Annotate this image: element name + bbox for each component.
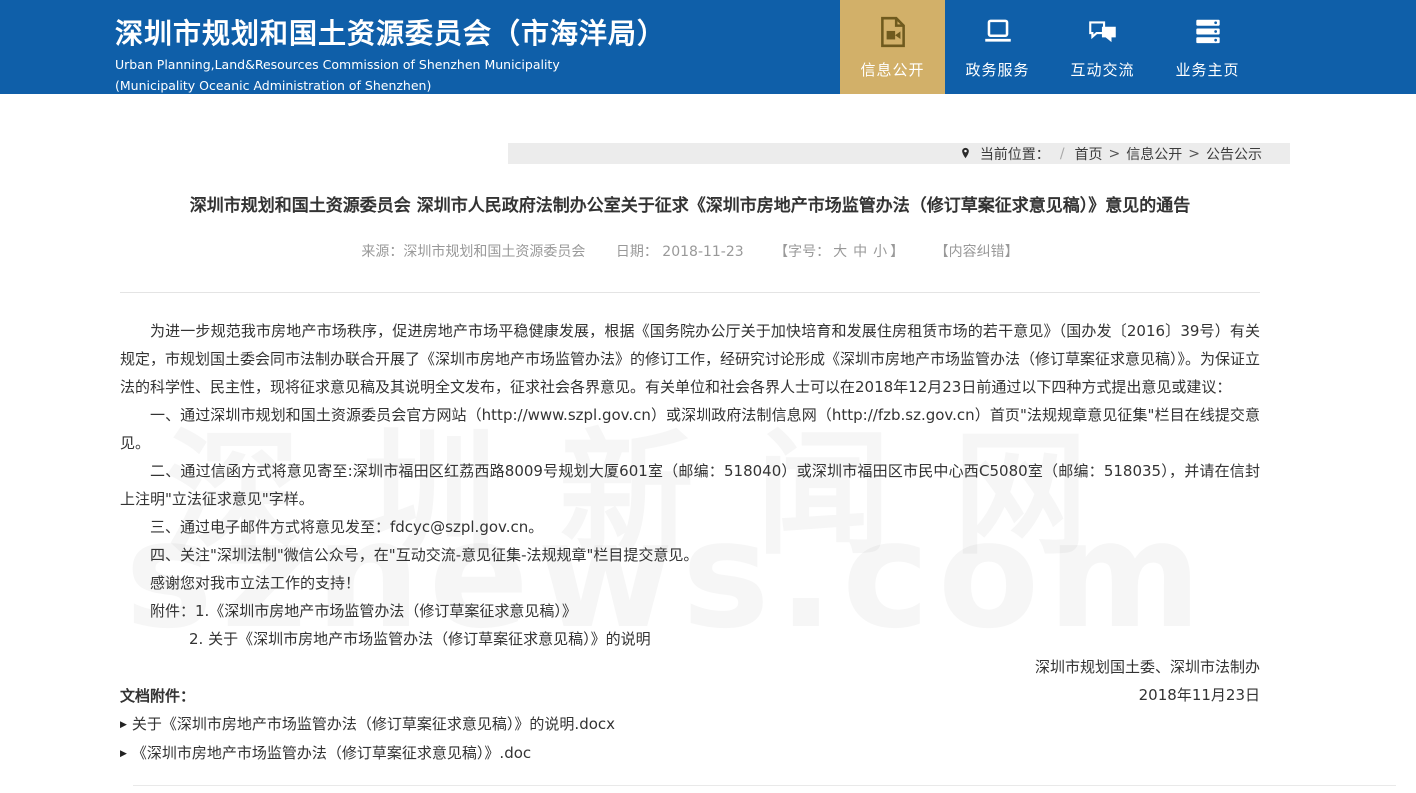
document-icon <box>875 14 911 50</box>
nav-tab-info-disclosure[interactable]: 信息公开 <box>840 0 945 94</box>
doc-attachments-heading: 文档附件： <box>120 686 615 706</box>
attachment-link-explanation-docx[interactable]: ▶ 关于《深圳市房地产市场监管办法（修订草案征求意见稿）》的说明.docx <box>120 714 615 735</box>
location-pin-icon <box>959 146 972 161</box>
font-size-prefix: 【字号： <box>774 244 830 260</box>
server-icon <box>1190 14 1226 50</box>
triangle-bullet-icon: ▶ <box>120 749 127 759</box>
doc-attachments: 文档附件： ▶ 关于《深圳市房地产市场监管办法（修订草案征求意见稿）》的说明.do… <box>120 686 615 764</box>
site-subtitle-en-1: Urban Planning,Land&Resources Commission… <box>115 58 666 72</box>
page: 深圳市规划和国土资源委员会（市海洋局） Urban Planning,Land&… <box>0 0 1416 94</box>
attachment-link-measures-doc[interactable]: ▶ 《深圳市房地产市场监管办法（修订草案征求意见稿）》.doc <box>120 743 615 764</box>
font-size-small[interactable]: 小 <box>873 244 887 260</box>
nav-tab-label: 互动交流 <box>1070 59 1134 80</box>
nav-tab-label: 业务主页 <box>1175 59 1239 80</box>
nav-tab-label: 政务服务 <box>965 59 1029 80</box>
nav-tab-gov-services[interactable]: 政务服务 <box>945 0 1050 94</box>
inline-attachment-1: 附件：1.《深圳市房地产市场监管办法（修订草案征求意见稿）》 <box>120 597 1260 625</box>
nav-tab-business-home[interactable]: 业务主页 <box>1155 0 1260 94</box>
meta-source: 来源：深圳市规划和国土资源委员会 <box>361 244 585 260</box>
site-logo-block: 深圳市规划和国土资源委员会（市海洋局） Urban Planning,Land&… <box>115 0 666 94</box>
divider <box>120 292 1260 293</box>
laptop-icon <box>980 14 1016 50</box>
triangle-bullet-icon: ▶ <box>120 720 127 730</box>
paragraph-method-1: 一、通过深圳市规划和国土资源委员会官方网站（http://www.szpl.go… <box>120 401 1260 457</box>
article-meta: 来源：深圳市规划和国土资源委员会 日期： 2018-11-23 【字号：大中小】… <box>120 242 1260 262</box>
site-title: 深圳市规划和国土资源委员会（市海洋局） <box>115 12 666 52</box>
breadcrumb-label: 当前位置： <box>980 144 1050 164</box>
font-size-control: 【字号：大中小】 <box>774 244 904 260</box>
paragraph-thanks: 感谢您对我市立法工作的支持！ <box>120 569 1260 597</box>
breadcrumb-home[interactable]: 首页 <box>1075 144 1103 164</box>
paragraph-method-2: 二、通过信函方式将意见寄至:深圳市福田区红荔西路8009号规划大厦601室（邮编… <box>120 457 1260 513</box>
meta-date: 日期： 2018-11-23 <box>616 244 744 260</box>
font-size-large[interactable]: 大 <box>833 244 847 260</box>
bottom-divider <box>133 785 1396 786</box>
breadcrumb-info-disclosure[interactable]: 信息公开 <box>1126 144 1182 164</box>
breadcrumb-slash: / <box>1060 146 1065 162</box>
attachment-filename: 关于《深圳市房地产市场监管办法（修订草案征求意见稿）》的说明.docx <box>132 715 615 733</box>
font-size-suffix: 】 <box>890 244 904 260</box>
paragraph-intro: 为进一步规范我市房地产市场秩序，促进房地产市场平稳健康发展，根据《国务院办公厅关… <box>120 317 1260 401</box>
article: 深圳市规划和国土资源委员会 深圳市人民政府法制办公室关于征求《深圳市房地产市场监… <box>120 180 1260 709</box>
attachment-filename: 《深圳市房地产市场监管办法（修订草案征求意见稿）》.doc <box>132 744 531 762</box>
breadcrumb-announcements[interactable]: 公告公示 <box>1206 144 1262 164</box>
chat-icon <box>1085 14 1121 50</box>
paragraph-method-3: 三、通过电子邮件方式将意见发至：fdcyc@szpl.gov.cn。 <box>120 513 1260 541</box>
inline-attachment-2: 2. 关于《深圳市房地产市场监管办法（修订草案征求意见稿）》的说明 <box>120 625 1260 653</box>
site-subtitle-en-2: (Municipality Oceanic Administration of … <box>115 79 666 93</box>
breadcrumb-gt-icon: > <box>1188 146 1200 162</box>
paragraph-method-4: 四、关注"深圳法制"微信公众号，在"互动交流-意见征集-法规规章"栏目提交意见。 <box>120 541 1260 569</box>
breadcrumb: 当前位置： / 首页 > 信息公开 > 公告公示 <box>508 143 1290 164</box>
nav-tab-interaction[interactable]: 互动交流 <box>1050 0 1155 94</box>
breadcrumb-gt-icon: > <box>1109 146 1121 162</box>
nav-tab-label: 信息公开 <box>860 59 924 80</box>
site-header: 深圳市规划和国土资源委员会（市海洋局） Urban Planning,Land&… <box>0 0 1416 94</box>
article-body: 为进一步规范我市房地产市场秩序，促进房地产市场平稳健康发展，根据《国务院办公厅关… <box>120 317 1260 709</box>
signature: 深圳市规划国土委、深圳市法制办 <box>120 653 1260 681</box>
article-title: 深圳市规划和国土资源委员会 深圳市人民政府法制办公室关于征求《深圳市房地产市场监… <box>120 194 1260 218</box>
content-correction-button[interactable]: 【内容纠错】 <box>935 244 1019 260</box>
header-nav: 信息公开 政务服务 互动交流 <box>840 0 1260 94</box>
font-size-medium[interactable]: 中 <box>853 244 867 260</box>
